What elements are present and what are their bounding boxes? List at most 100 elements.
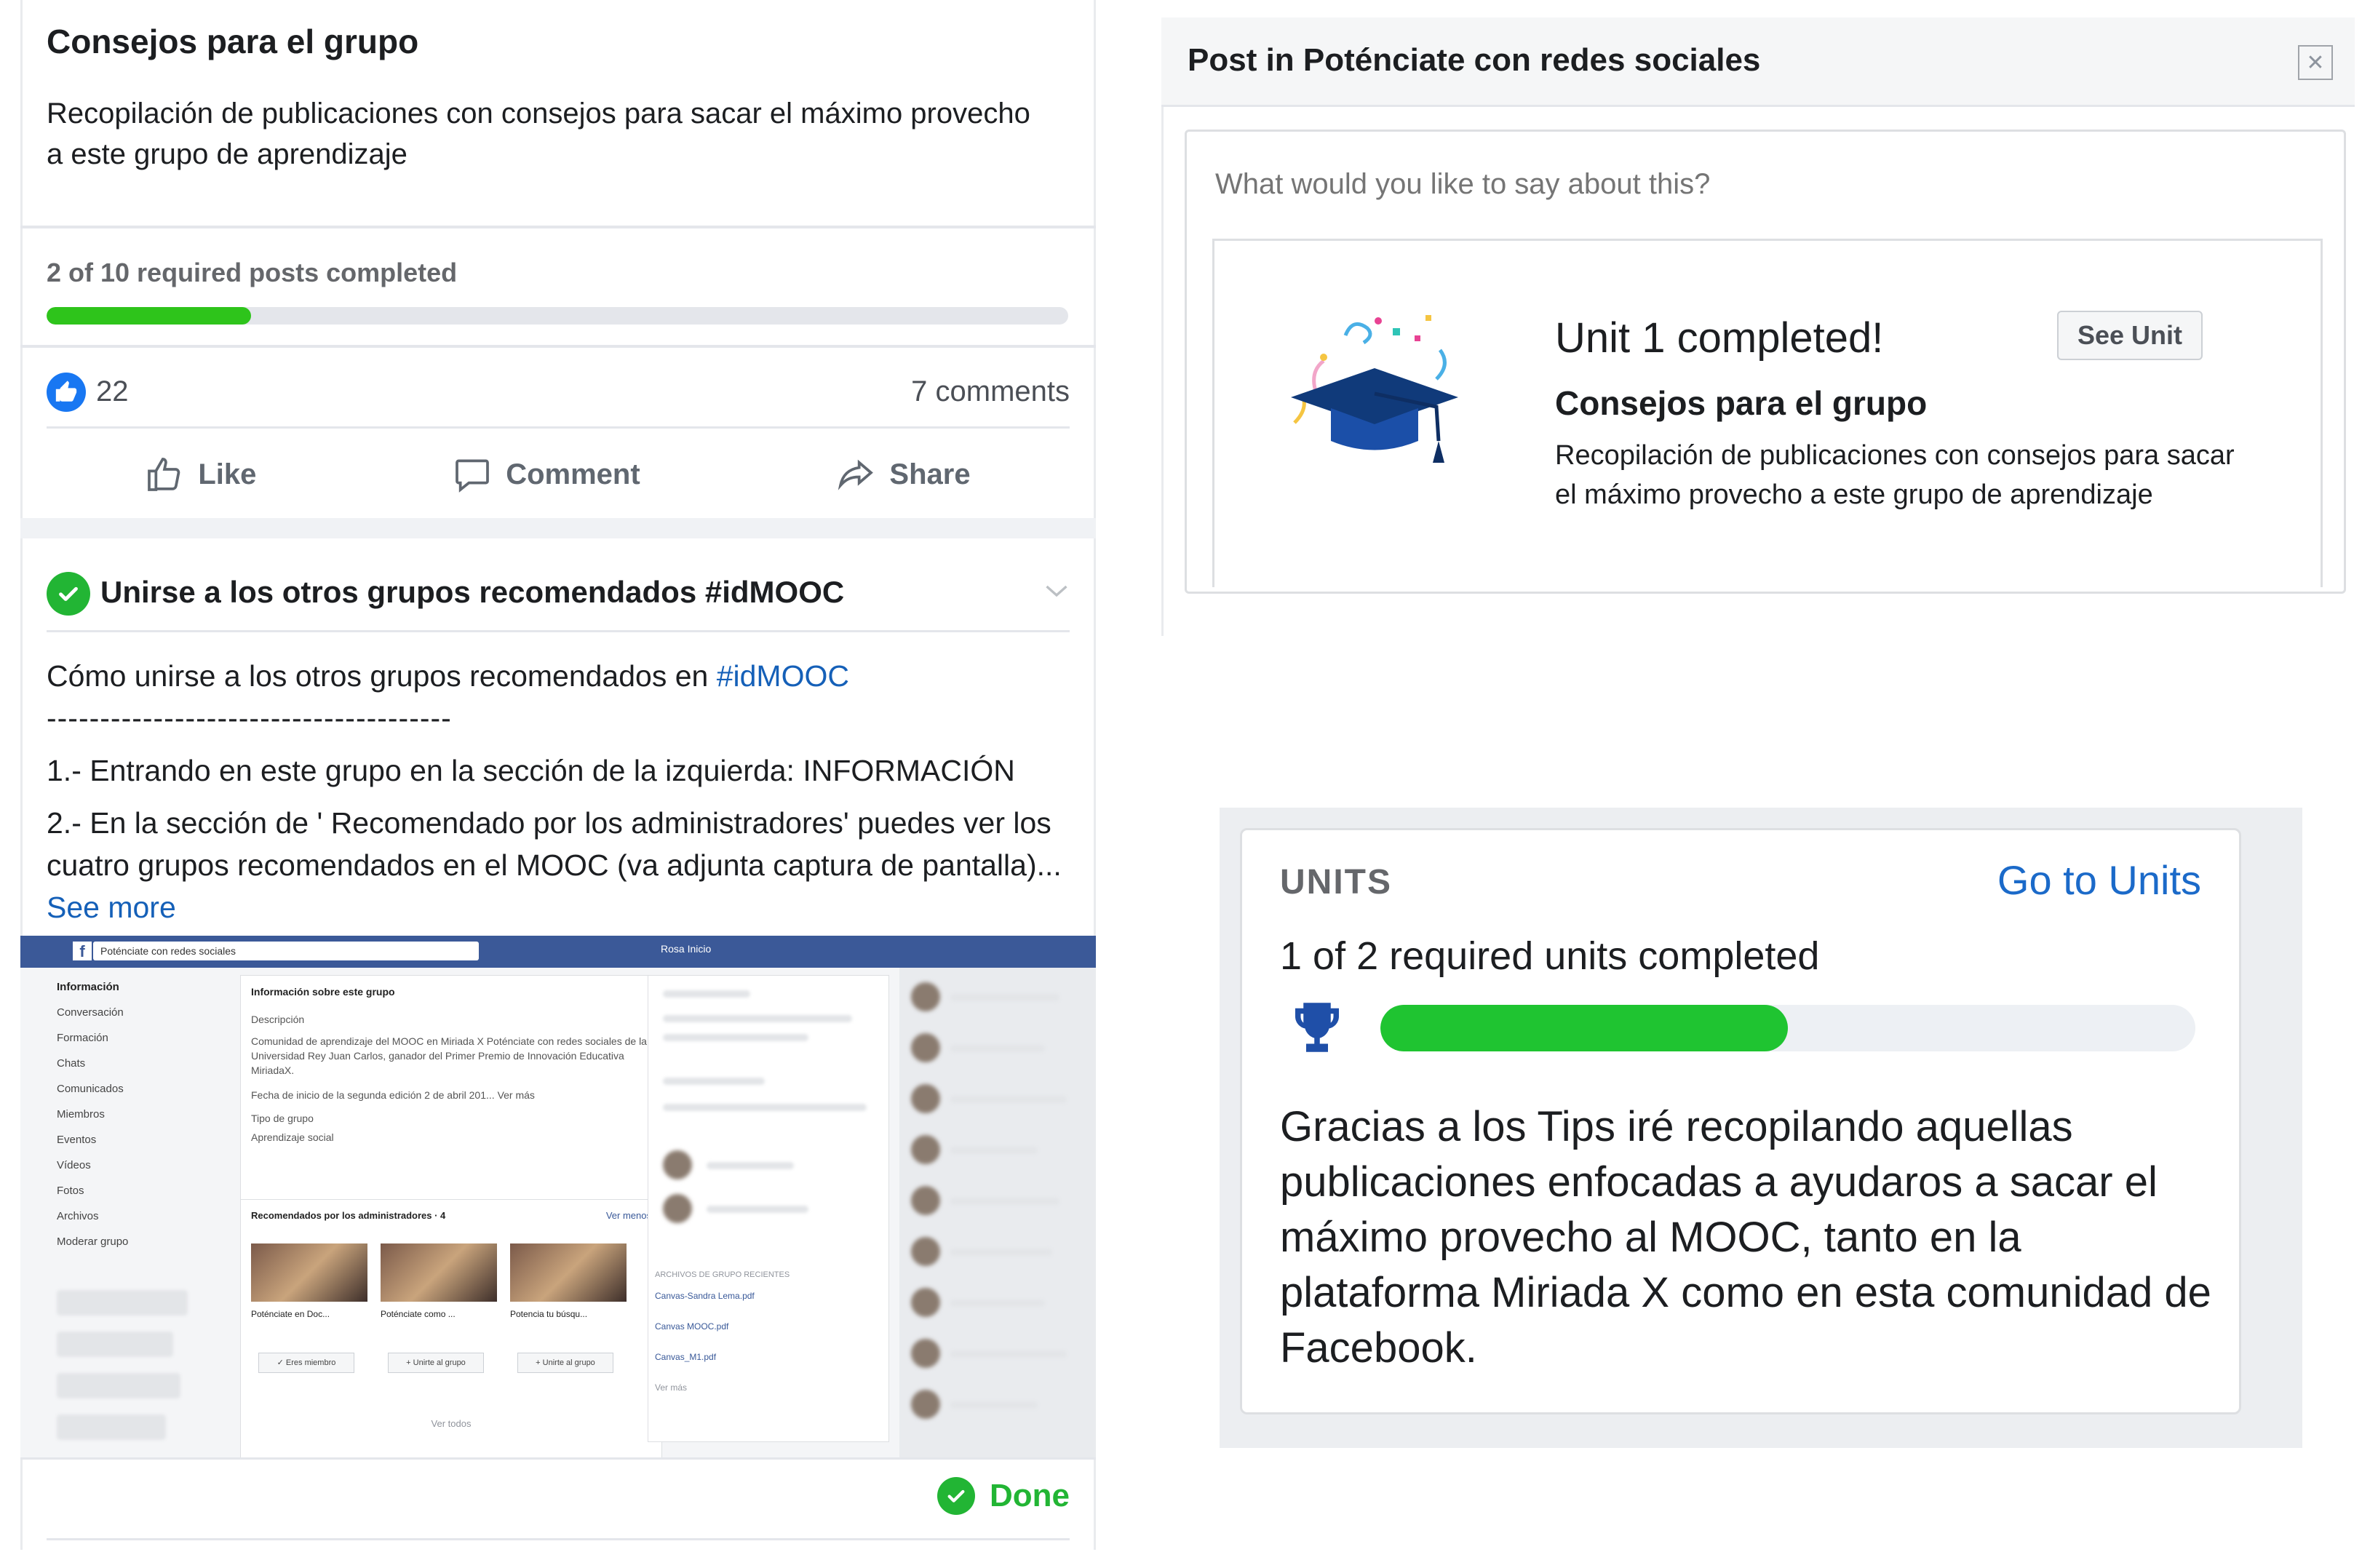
post-text-input[interactable] bbox=[1214, 167, 2294, 202]
units-progress-bar bbox=[1380, 1005, 2195, 1051]
fb-sidebar: Información Conversación Formación Chats… bbox=[57, 981, 231, 1440]
task-intro: Cómo unirse a los otros grupos recomenda… bbox=[47, 659, 717, 693]
fb-group-tile-button: + Unirte al grupo bbox=[517, 1353, 613, 1373]
unit-completed-title: Unit 1 completed! bbox=[1555, 314, 1884, 362]
fb-group-tile-image bbox=[510, 1243, 627, 1302]
fb-sidebar-item: Miembros bbox=[57, 1108, 105, 1121]
attachment-description: Recopilación de publicaciones con consej… bbox=[1555, 440, 2235, 510]
fb-group-tile-image bbox=[381, 1243, 497, 1302]
fb-sidebar-item: Fotos bbox=[57, 1185, 84, 1197]
thumbs-up-icon bbox=[47, 373, 86, 412]
dialog-title: Post in Poténciate con redes sociales bbox=[1188, 42, 1761, 78]
fb-group-tile-image bbox=[251, 1243, 367, 1302]
divider bbox=[47, 630, 1070, 632]
like-count[interactable]: 22 bbox=[96, 375, 129, 408]
hashtag-link[interactable]: #idMOOC bbox=[717, 659, 849, 693]
share-dialog: Post in Poténciate con redes sociales ✕ … bbox=[1161, 17, 2355, 636]
fb-files-more: Ver más bbox=[655, 1382, 688, 1393]
fb-recommended-card: Recomendados por los administradores · 4… bbox=[240, 1199, 662, 1457]
see-unit-button[interactable]: See Unit bbox=[2057, 311, 2203, 360]
comments-count[interactable]: 7 comments bbox=[911, 375, 1070, 408]
fb-group-tile-name: Poténciate en Doc... bbox=[251, 1309, 330, 1319]
fb-file-item: Canvas_M1.pdf bbox=[655, 1352, 717, 1362]
post-description: Recopilación de publicaciones con consej… bbox=[47, 97, 1030, 170]
fb-user-nav: Rosa Inicio bbox=[661, 943, 712, 955]
comment-icon bbox=[456, 459, 490, 493]
fb-files-title: ARCHIVOS DE GRUPO RECIENTES bbox=[655, 1270, 790, 1279]
comment-button[interactable]: Comment bbox=[452, 454, 640, 495]
post-panel: Consejos para el grupo Recopilación de p… bbox=[20, 0, 1096, 1550]
divider bbox=[20, 226, 1096, 228]
post-actions: Like Comment Share bbox=[47, 431, 1068, 518]
fb-file-item: Canvas-Sandra Lema.pdf bbox=[655, 1291, 755, 1301]
divider bbox=[47, 426, 1070, 429]
chevron-down-icon[interactable] bbox=[1043, 582, 1070, 603]
fb-group-tile-name: Potencia tu búsqu... bbox=[510, 1309, 588, 1319]
fb-info-desc-label: Descripción bbox=[251, 1014, 305, 1025]
fb-rec-title: Recomendados por los administradores · 4 bbox=[251, 1210, 446, 1221]
done-status[interactable]: Done bbox=[937, 1477, 1070, 1515]
fb-sidebar-item: Conversación bbox=[57, 1006, 124, 1019]
fb-sidebar-item: Chats bbox=[57, 1057, 86, 1070]
fb-sidebar-item: Archivos bbox=[57, 1210, 99, 1222]
task-step-2: 2.- En la sección de ' Recomendado por l… bbox=[47, 806, 1062, 882]
share-icon bbox=[838, 459, 874, 490]
fb-info-title: Información sobre este grupo bbox=[251, 986, 395, 998]
fb-recent-files: ARCHIVOS DE GRUPO RECIENTES Canvas-Sandr… bbox=[648, 1263, 902, 1400]
units-panel: UNITS Go to Units 1 of 2 required units … bbox=[1220, 808, 2302, 1448]
section-gap bbox=[20, 518, 1096, 538]
fb-sidebar-item: Información bbox=[57, 981, 119, 993]
fb-sidebar-item: Vídeos bbox=[57, 1159, 91, 1171]
see-more-link[interactable]: See more bbox=[47, 891, 176, 924]
fb-chat-column bbox=[899, 968, 1096, 1457]
like-button-label: Like bbox=[198, 458, 257, 490]
fb-info-card: Información sobre este grupo Descripción… bbox=[240, 975, 662, 1215]
attachment-title: Consejos para el grupo bbox=[1555, 384, 1928, 422]
fb-see-all: Ver todos bbox=[431, 1418, 472, 1429]
unit-attachment-card: Unit 1 completed! See Unit Consejos para… bbox=[1212, 239, 2323, 587]
fb-info-type: Aprendizaje social bbox=[251, 1131, 334, 1143]
units-progress-label: 1 of 2 required units completed bbox=[1280, 934, 1820, 978]
facebook-logo-icon: f bbox=[73, 942, 92, 960]
fb-info-date: Fecha de inicio de la segunda edición 2 … bbox=[251, 1089, 535, 1101]
fb-info-desc: Comunidad de aprendizaje del MOOC en Mir… bbox=[251, 1035, 647, 1076]
embedded-screenshot[interactable]: f Poténciate con redes sociales Rosa Ini… bbox=[20, 936, 1096, 1460]
fb-sidebar-item: Comunicados bbox=[57, 1083, 124, 1095]
fb-group-tile-name: Poténciate como ... bbox=[381, 1309, 456, 1319]
divider bbox=[20, 345, 1096, 348]
units-description: Gracias a los Tips iré recopilando aquel… bbox=[1280, 1103, 2211, 1372]
fb-file-item: Canvas MOOC.pdf bbox=[655, 1321, 729, 1332]
share-button[interactable]: Share bbox=[835, 454, 971, 495]
units-progress-fill bbox=[1380, 1005, 1788, 1051]
dialog-edge bbox=[1161, 17, 1164, 636]
like-button[interactable]: Like bbox=[144, 454, 256, 495]
divider bbox=[47, 1538, 1070, 1540]
go-to-units-link[interactable]: Go to Units bbox=[1997, 856, 2201, 904]
check-circle-icon bbox=[47, 572, 90, 616]
fb-search: Poténciate con redes sociales bbox=[93, 942, 479, 960]
fb-sidebar-item: Eventos bbox=[57, 1134, 97, 1146]
fb-info-type-label: Tipo de grupo bbox=[251, 1113, 314, 1124]
dialog-header: Post in Poténciate con redes sociales ✕ bbox=[1161, 17, 2355, 107]
close-icon[interactable]: ✕ bbox=[2298, 45, 2333, 80]
fb-group-tile-button: + Unirte al grupo bbox=[388, 1353, 484, 1373]
share-button-label: Share bbox=[889, 458, 971, 490]
task-title: Unirse a los otros grupos recomendados #… bbox=[100, 575, 845, 609]
separator-line: -------------------------------------- bbox=[47, 701, 452, 735]
posts-progress-bar bbox=[47, 307, 1068, 325]
check-circle-icon bbox=[937, 1477, 975, 1515]
units-card: UNITS Go to Units 1 of 2 required units … bbox=[1240, 828, 2241, 1414]
comment-button-label: Comment bbox=[506, 458, 640, 490]
units-heading: UNITS bbox=[1280, 863, 1392, 902]
fb-group-tile-button: ✓ Eres miembro bbox=[258, 1353, 354, 1373]
task-step-1: 1.- Entrando en este grupo en la sección… bbox=[47, 754, 1015, 787]
posts-progress-label: 2 of 10 required posts completed bbox=[47, 258, 458, 287]
task-body: Cómo unirse a los otros grupos recomenda… bbox=[47, 655, 1065, 928]
fb-top-bar: f Poténciate con redes sociales Rosa Ini… bbox=[20, 936, 1096, 968]
fb-sidebar-item: Formación bbox=[57, 1032, 108, 1044]
graduation-cap-icon bbox=[1291, 315, 1458, 463]
trophy-icon bbox=[1295, 1003, 1339, 1052]
like-outline-icon bbox=[148, 458, 180, 491]
fb-rec-more: Ver menos bbox=[605, 1210, 651, 1221]
post-title: Consejos para el grupo bbox=[47, 23, 419, 60]
